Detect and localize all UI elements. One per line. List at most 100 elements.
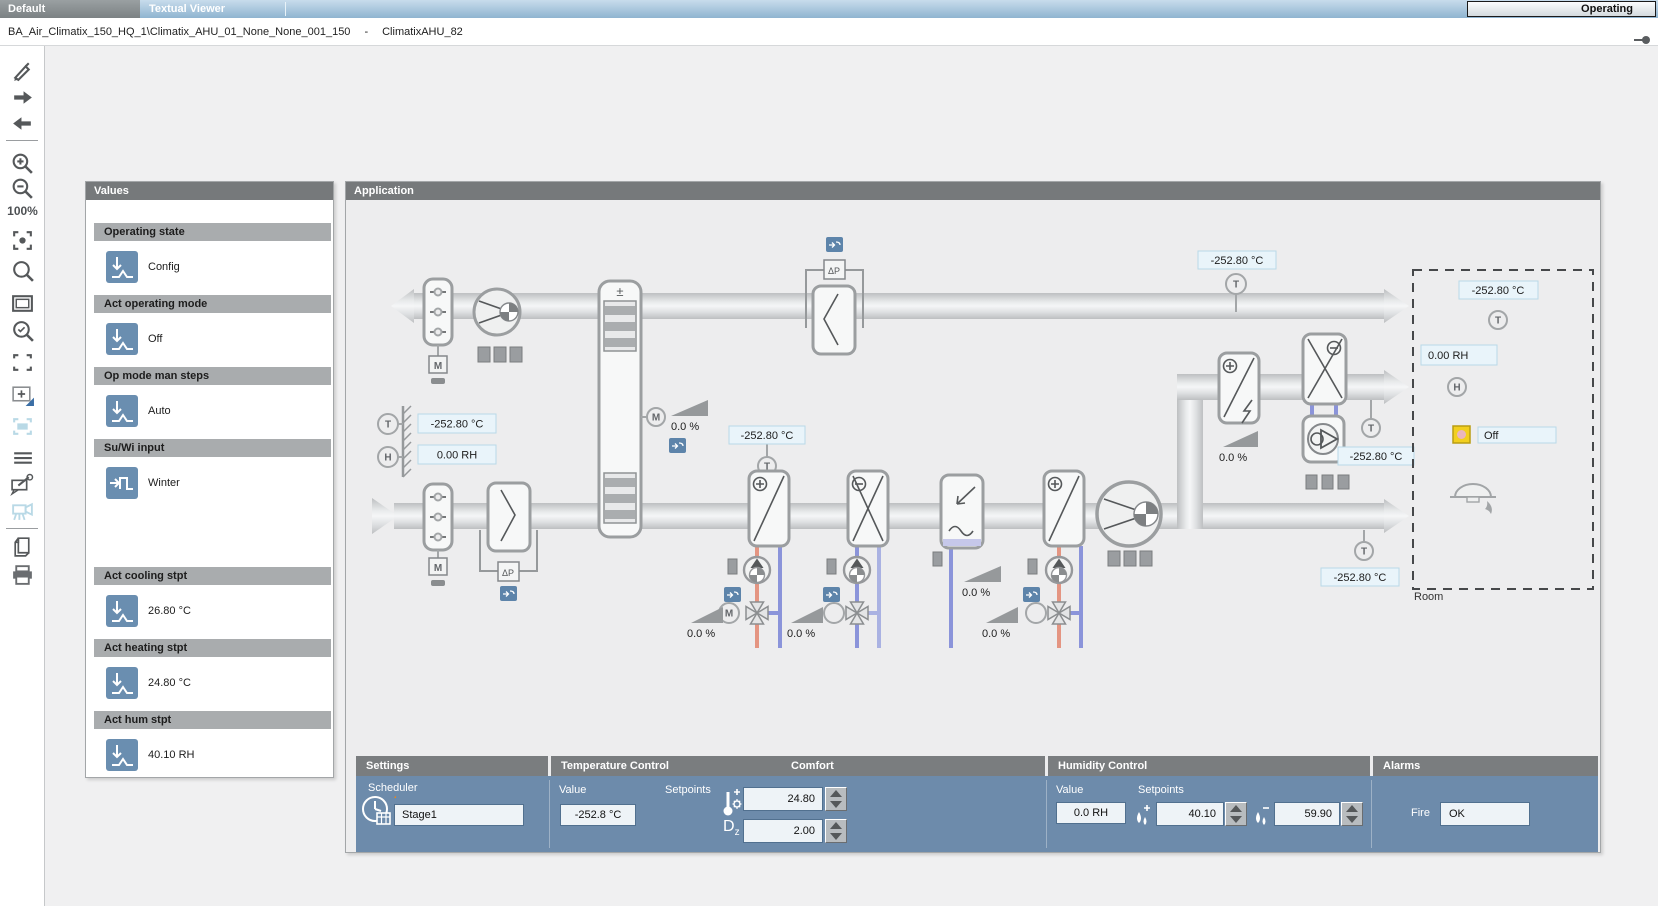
tab-default[interactable]: Default (0, 0, 140, 18)
group-act-hum-stpt: Act hum stpt (94, 711, 331, 729)
electric-heater-signal: 0.0 % (1219, 452, 1247, 464)
setpoint-icon[interactable] (669, 438, 686, 453)
ahu-diagram: M ± M 0.0 % (346, 200, 1600, 758)
edit-pen-icon[interactable] (10, 58, 35, 83)
supply-temp-value: -252.80 °C (741, 430, 794, 442)
value-item-label: 24.80 °C (148, 677, 191, 689)
zone-coil[interactable] (1303, 334, 1349, 489)
value-item-act-cooling-stpt[interactable]: 26.80 °C (106, 595, 333, 627)
print-icon[interactable] (10, 562, 35, 587)
override-icon[interactable] (106, 323, 138, 355)
exhaust-fan[interactable] (474, 289, 522, 362)
cooling-valve[interactable] (846, 602, 868, 624)
setpoint-icon[interactable] (1023, 587, 1040, 602)
comfort-setpoint-input[interactable]: 24.80 (743, 787, 823, 811)
override-icon[interactable] (106, 251, 138, 283)
breadcrumb-object: ClimatixAHU_82 (382, 26, 463, 38)
settings-bar: Settings Temperature Control Comfort Hum… (346, 756, 1600, 852)
deadzone-input[interactable]: 2.00 (743, 819, 823, 843)
reheating-valve[interactable] (1048, 602, 1070, 624)
heat-recovery-unit[interactable]: ± M 0.0 % (599, 281, 708, 537)
select-region-icon[interactable] (10, 350, 35, 375)
outdoor-damper[interactable]: M (424, 484, 452, 586)
cooling-pump[interactable] (844, 557, 870, 583)
dehumidify-setpoint-spinner[interactable] (1341, 802, 1363, 826)
setpoint-icon[interactable] (826, 237, 843, 252)
electric-heater[interactable]: 0.0 % (1219, 353, 1259, 464)
pages-icon[interactable] (10, 534, 35, 559)
humidifier-signal: 0.0 % (962, 587, 990, 599)
settings-column: Scheduler Stage1 (356, 776, 548, 852)
override-icon[interactable] (106, 739, 138, 771)
setpoint-icon[interactable] (500, 586, 517, 601)
svg-text:T: T (385, 420, 391, 431)
viewport-icon[interactable] (10, 291, 35, 316)
zone-supply-temp-sensor: T -252.80 °C (1338, 400, 1414, 465)
outdoor-filter[interactable]: ΔP (480, 483, 537, 601)
humidify-setpoint-spinner[interactable] (1225, 802, 1247, 826)
value-item-op-mode-man-steps[interactable]: Auto (106, 395, 333, 427)
value-item-act-heating-stpt[interactable]: 24.80 °C (106, 667, 333, 699)
layers-menu-icon[interactable] (10, 445, 35, 470)
deadzone-icon: Dz (723, 818, 740, 838)
override-icon[interactable] (106, 395, 138, 427)
hum-value-box: 0.0 RH (1056, 802, 1126, 824)
cooling-valve-signal: 0.0 % (787, 628, 815, 640)
annotation-icon[interactable] (10, 472, 35, 497)
value-item-operating-state[interactable]: Config (106, 251, 333, 283)
hru-motor-m: M (652, 413, 660, 424)
zoom-out-icon[interactable] (10, 176, 35, 201)
heating-valve[interactable] (746, 602, 768, 624)
temp-value-label: Value (559, 784, 586, 796)
pin-icon[interactable] (1632, 28, 1652, 56)
back-arrow-icon[interactable] (10, 111, 35, 136)
supply-fan[interactable] (1097, 482, 1161, 566)
humidify-setpoint-input[interactable]: 40.10 (1156, 802, 1224, 826)
zoom-in-icon[interactable] (10, 151, 35, 176)
override-icon[interactable] (106, 667, 138, 699)
svg-text:M: M (725, 609, 733, 620)
breadcrumb-bar: BA_Air_Climatix_150_HQ_1\Climatix_AHU_01… (0, 18, 1658, 46)
override-icon[interactable] (106, 595, 138, 627)
setpoint-icon[interactable] (724, 587, 741, 602)
values-panel: Values Operating state Config Act operat… (85, 181, 334, 778)
tab-textual-viewer[interactable]: Textual Viewer (141, 0, 285, 18)
setpoint-icon[interactable] (823, 587, 840, 602)
breadcrumb-path: BA_Air_Climatix_150_HQ_1\Climatix_AHU_01… (8, 26, 350, 38)
svg-text:T: T (1233, 280, 1239, 291)
operating-button[interactable]: Operating (1467, 1, 1656, 17)
exhaust-damper[interactable]: M (424, 279, 452, 384)
cooling-coil[interactable]: 0.0 % (787, 471, 888, 648)
heating-coil[interactable]: M 0.0 % (687, 471, 789, 648)
pan-crosshair-icon[interactable] (10, 382, 35, 407)
extract-filter[interactable]: ΔP (806, 237, 863, 354)
deadzone-spinner[interactable] (825, 819, 847, 843)
comfort-setpoint-spinner[interactable] (825, 787, 847, 811)
comfort-thermometer-icon (721, 788, 743, 821)
group-suwi-input: Su/Wi input (94, 439, 331, 457)
svg-text:M: M (434, 563, 442, 574)
input-icon[interactable] (106, 467, 138, 499)
tab-separator (285, 2, 286, 16)
left-toolbar: 100% (0, 46, 45, 906)
zoom-check-icon[interactable] (10, 319, 35, 344)
magnifier-icon[interactable] (10, 259, 35, 284)
svg-text:T: T (1368, 424, 1374, 435)
reheating-pump[interactable] (1046, 557, 1072, 583)
values-panel-title: Values (86, 182, 333, 200)
heating-pump[interactable] (744, 557, 770, 583)
value-item-suwi-input[interactable]: Winter (106, 467, 333, 499)
top-tab-bar: Default Textual Viewer Operating (0, 0, 1658, 18)
value-item-act-operating-mode[interactable]: Off (106, 323, 333, 355)
scheduler-clock-icon[interactable] (360, 792, 396, 831)
value-item-act-hum-stpt[interactable]: 40.10 RH (106, 739, 333, 771)
comfort-label: Comfort (791, 756, 834, 776)
application-panel: Application (345, 181, 1601, 853)
dehumidify-setpoint-input[interactable]: 59.90 (1274, 802, 1340, 826)
svg-text:H: H (1453, 383, 1460, 394)
scheduler-input[interactable]: Stage1 (394, 804, 524, 826)
forward-arrow-icon[interactable] (10, 85, 35, 110)
fit-view-icon[interactable] (10, 228, 35, 253)
values-spacer (86, 499, 333, 555)
reheating-coil[interactable]: 0.0 % (982, 471, 1084, 648)
